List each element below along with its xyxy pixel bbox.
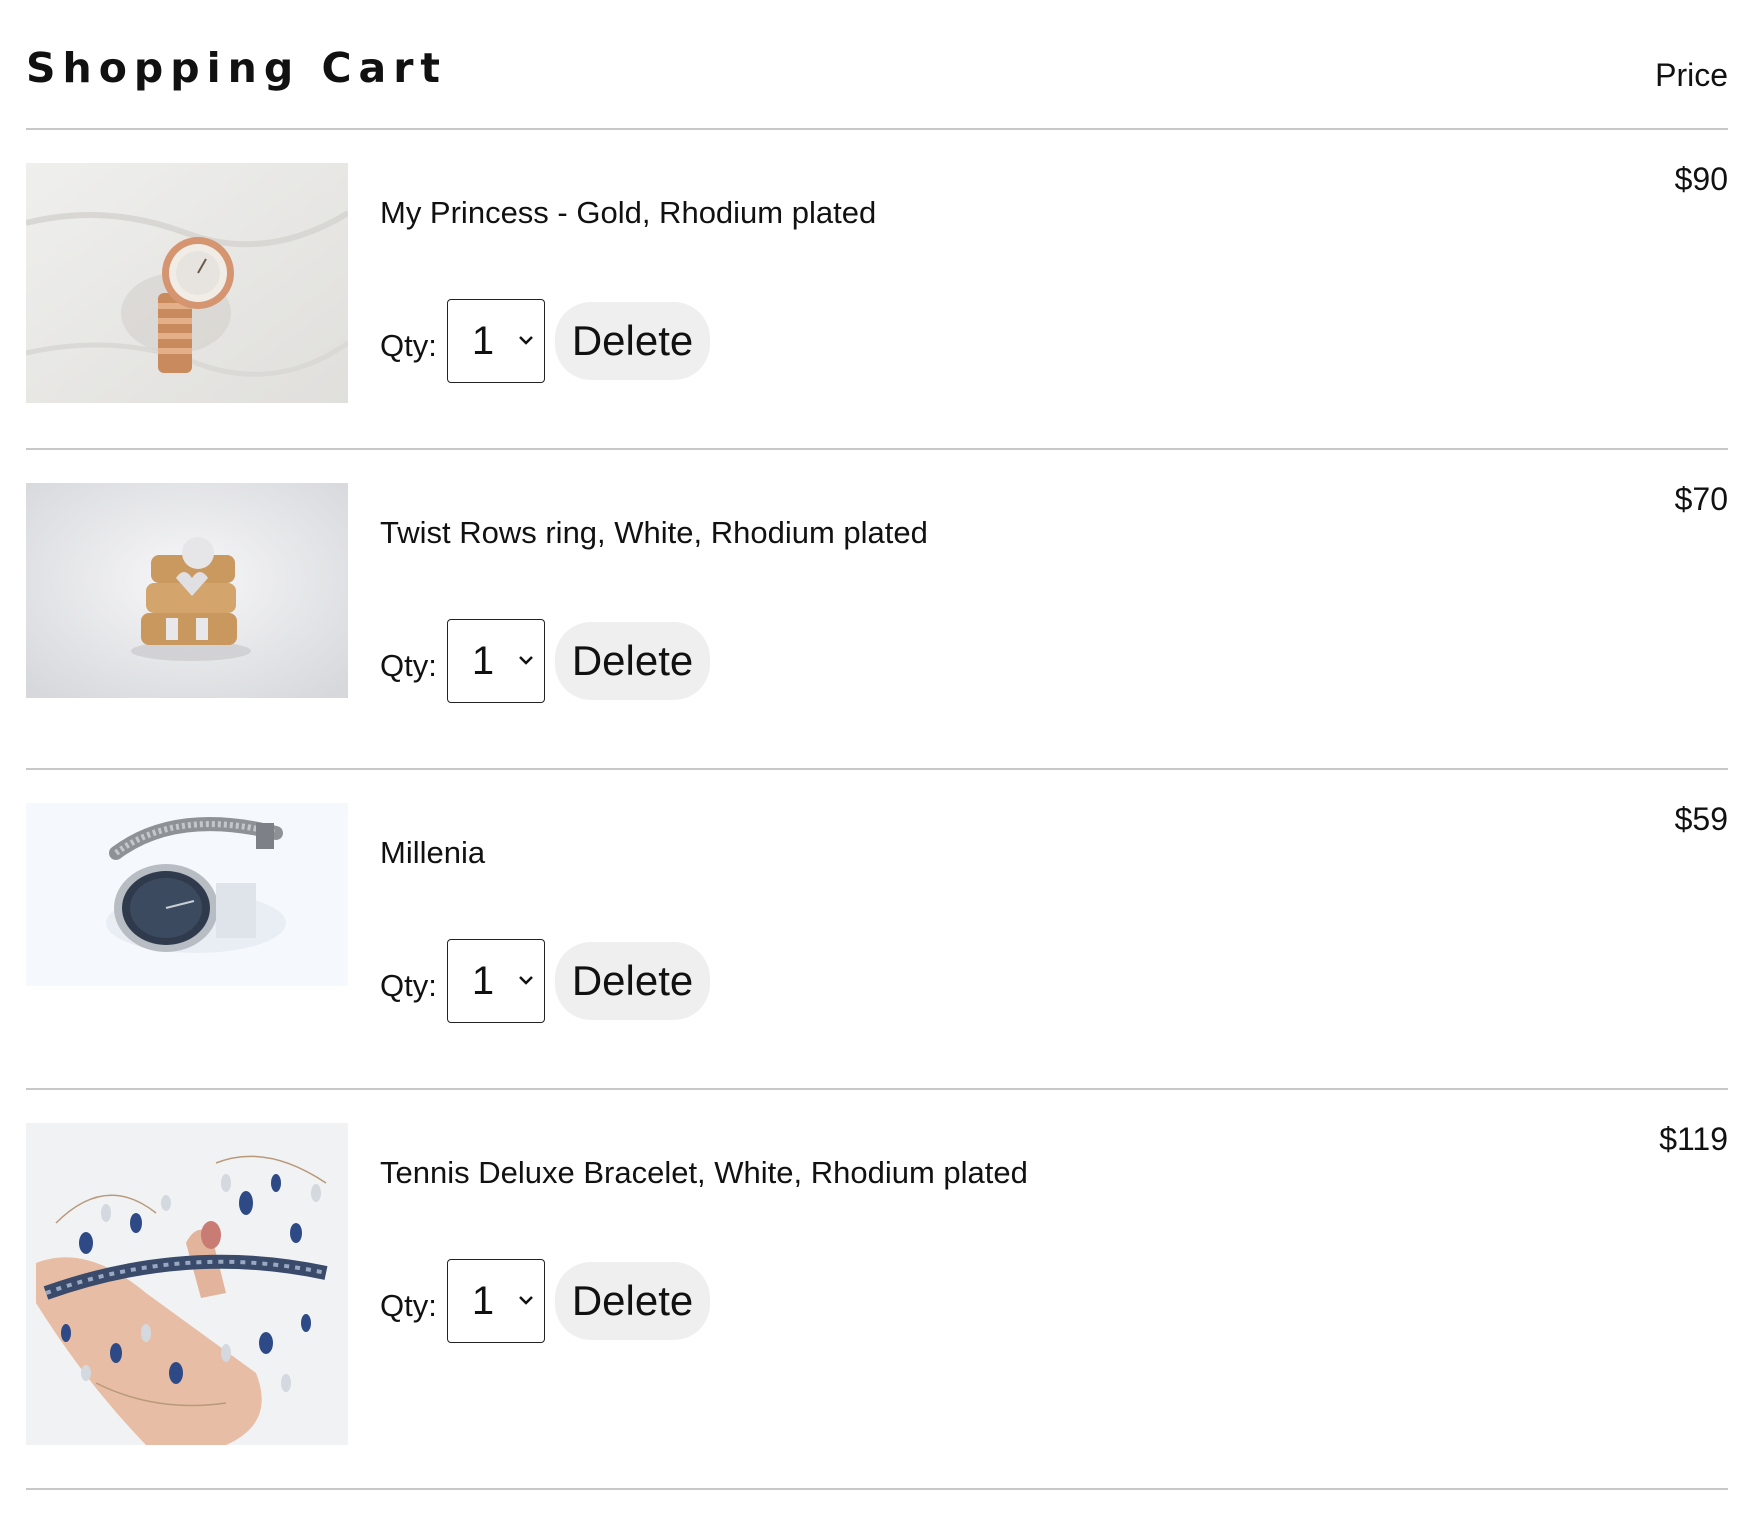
quantity-select[interactable]: 1 [446,1259,545,1343]
cart-item: Millenia $59 Qty: 1 Delete [26,770,1728,1090]
product-image[interactable] [26,803,348,986]
chevron-down-icon [518,976,533,985]
product-name[interactable]: Millenia [380,834,485,872]
product-price: $90 [1674,161,1728,197]
product-price: $70 [1674,481,1728,517]
quantity-row: Qty: 1 Delete [380,1258,711,1344]
quantity-select[interactable]: 1 [446,299,545,383]
quantity-value: 1 [471,959,495,1003]
chevron-down-icon [518,656,533,665]
chevron-down-icon [518,1296,533,1305]
page-title: Shopping Cart [26,44,448,92]
quantity-value: 1 [471,1279,495,1323]
quantity-select[interactable]: 1 [446,939,545,1023]
delete-button[interactable]: Delete [554,302,711,380]
quantity-row: Qty: 1 Delete [380,938,711,1024]
delete-button[interactable]: Delete [554,1262,711,1340]
quantity-select[interactable]: 1 [446,619,545,703]
product-name[interactable]: Tennis Deluxe Bracelet, White, Rhodium p… [380,1154,1028,1192]
delete-button[interactable]: Delete [554,942,711,1020]
price-column-heading: Price [1655,57,1728,93]
product-price: $119 [1659,1121,1728,1157]
quantity-row: Qty: 1 Delete [380,618,711,704]
product-image[interactable] [26,1123,348,1445]
cart-item: Twist Rows ring, White, Rhodium plated $… [26,450,1728,770]
product-image[interactable] [26,483,348,698]
quantity-value: 1 [471,639,495,683]
product-price: $59 [1674,801,1728,837]
quantity-row: Qty: 1 Delete [380,298,711,384]
qty-label: Qty: [380,1288,437,1323]
qty-label: Qty: [380,968,437,1003]
cart-item: Tennis Deluxe Bracelet, White, Rhodium p… [26,1090,1728,1490]
product-image[interactable] [26,163,348,403]
shopping-cart: Shopping Cart Price My Princess - Gold, … [26,0,1728,1490]
product-name[interactable]: Twist Rows ring, White, Rhodium plated [380,514,928,552]
delete-button[interactable]: Delete [554,622,711,700]
quantity-value: 1 [471,319,495,363]
qty-label: Qty: [380,328,437,363]
product-name[interactable]: My Princess - Gold, Rhodium plated [380,194,876,232]
chevron-down-icon [518,336,533,345]
cart-header: Shopping Cart Price [26,0,1728,130]
cart-item: My Princess - Gold, Rhodium plated $90 Q… [26,130,1728,450]
qty-label: Qty: [380,648,437,683]
